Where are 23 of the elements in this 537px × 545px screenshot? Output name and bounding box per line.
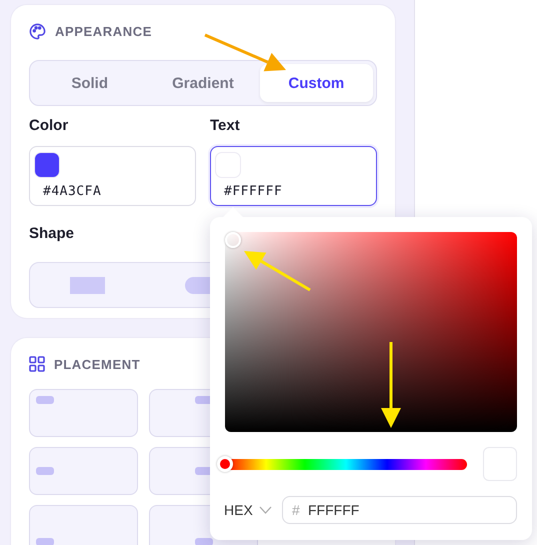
color-input-field[interactable]: #4A3CFA [29,146,196,206]
hue-slider-thumb[interactable] [217,456,233,472]
saturation-handle[interactable] [225,232,241,248]
style-tab[interactable]: Solid [33,64,146,102]
rectangle-shape-option[interactable] [70,276,106,294]
section-title: APPEARANCE [55,24,152,38]
chevron-down-icon [258,506,272,514]
style-tab[interactable]: Gradient [146,64,260,102]
hex-value: #FFFFFF [223,184,284,199]
field-label: Text [210,116,241,136]
color-swatch[interactable] [34,152,60,178]
hue-slider[interactable] [217,456,467,472]
hex-value: #4A3CFA [42,184,102,199]
hash-prefix: # [292,502,300,518]
style-tab[interactable]: Custom [260,64,373,102]
section-title: PLACEMENT [54,356,140,372]
field-label: Color [29,116,70,136]
palette-icon [29,22,46,40]
grid-icon [29,356,45,372]
saturation-area[interactable] [225,232,517,432]
field-label: Shape [29,224,74,244]
format-dropdown[interactable]: HEX [224,502,272,518]
color-input-field[interactable]: #FFFFFF [210,146,377,206]
